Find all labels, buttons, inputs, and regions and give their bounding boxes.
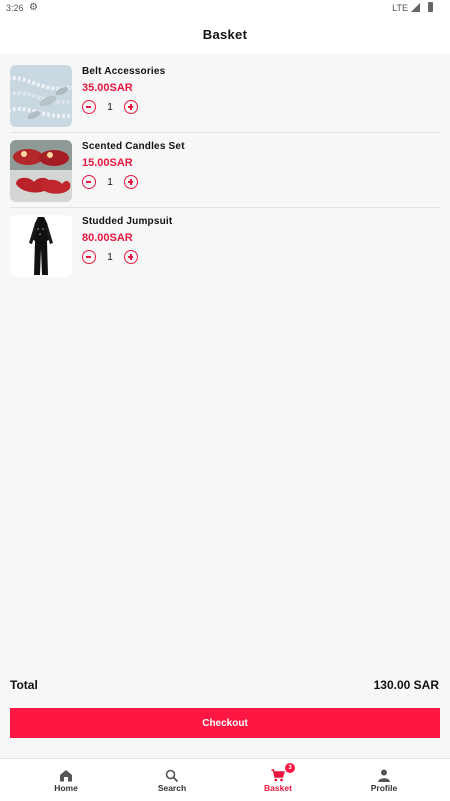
basket-item: Scented Candles Set 15.00SAR 1: [10, 133, 440, 208]
quantity-value: 1: [107, 251, 113, 263]
app-bar: Basket: [0, 16, 450, 54]
total-label: Total: [10, 678, 38, 692]
decrease-quantity-button[interactable]: [82, 250, 96, 264]
product-image-studded-jumpsuit[interactable]: [10, 215, 72, 277]
home-icon: [60, 770, 72, 782]
decrease-quantity-button[interactable]: [82, 100, 96, 114]
quantity-stepper: 1: [82, 173, 138, 191]
product-image-scented-candles-set[interactable]: [10, 140, 72, 202]
nav-label: Search: [157, 783, 187, 793]
nav-item-home[interactable]: Home: [10, 759, 122, 801]
nav-item-profile[interactable]: Profile: [328, 759, 440, 801]
status-bar: 3:26 ⚙ LTE: [0, 0, 450, 16]
nav-label: Home: [54, 783, 78, 793]
nav-label: Basket: [264, 783, 292, 793]
quantity-stepper: 1: [82, 98, 138, 116]
bottom-navigation: Home Search 3 Basket Profile: [0, 758, 450, 801]
decrease-quantity-button[interactable]: [82, 175, 96, 189]
cart-icon: [271, 769, 285, 782]
person-icon: [378, 769, 390, 782]
basket-item: Studded Jumpsuit 80.00SAR 1: [10, 208, 440, 282]
basket-list: Belt Accessories 35.00SAR 1 Scented Cand…: [10, 58, 440, 282]
product-image-belt-accessories[interactable]: [10, 65, 72, 127]
settings-gear-icon: ⚙: [29, 2, 38, 13]
quantity-value: 1: [107, 101, 113, 113]
quantity-stepper: 1: [82, 248, 138, 266]
item-price: 80.00SAR: [82, 232, 133, 244]
nav-label: Profile: [370, 783, 398, 793]
item-name: Studded Jumpsuit: [82, 216, 173, 227]
basket-item: Belt Accessories 35.00SAR 1: [10, 58, 440, 133]
status-time: 3:26: [6, 3, 24, 13]
quantity-value: 1: [107, 176, 113, 188]
nav-item-basket[interactable]: 3 Basket: [222, 759, 334, 801]
item-name: Belt Accessories: [82, 66, 166, 77]
increase-quantity-button[interactable]: [124, 175, 138, 189]
network-label: LTE: [392, 3, 408, 13]
page-title: Basket: [202, 27, 248, 42]
checkout-button[interactable]: Checkout: [10, 708, 440, 738]
battery-icon: [428, 2, 433, 12]
item-price: 15.00SAR: [82, 157, 133, 169]
basket-count-badge: 3: [285, 763, 295, 773]
total-value: 130.00 SAR: [373, 678, 439, 692]
increase-quantity-button[interactable]: [124, 100, 138, 114]
item-price: 35.00SAR: [82, 82, 133, 94]
signal-icon: [411, 3, 420, 12]
search-icon: [165, 769, 179, 782]
nav-item-search[interactable]: Search: [116, 759, 228, 801]
item-name: Scented Candles Set: [82, 141, 185, 152]
increase-quantity-button[interactable]: [124, 250, 138, 264]
